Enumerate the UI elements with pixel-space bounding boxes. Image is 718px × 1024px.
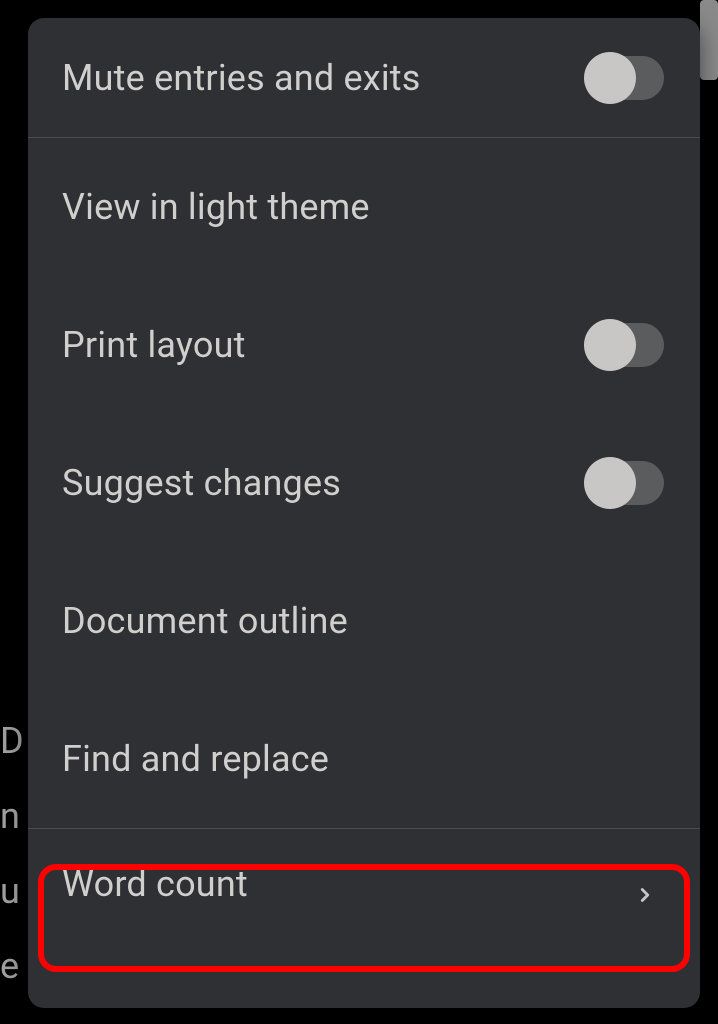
menu-item-document-outline[interactable]: Document outline: [28, 552, 700, 690]
menu-item-word-count[interactable]: Word count: [28, 828, 700, 938]
toggle-mute-entries-exits[interactable]: [586, 56, 664, 100]
scrollbar[interactable]: [700, 0, 718, 80]
menu-item-mute-entries-exits[interactable]: Mute entries and exits: [28, 18, 700, 138]
menu-item-label: Suggest changes: [62, 462, 586, 504]
menu-item-suggest-changes[interactable]: Suggest changes: [28, 414, 700, 552]
menu-item-label: Find and replace: [62, 738, 664, 780]
options-menu-panel: Mute entries and exits View in light the…: [28, 18, 700, 1008]
menu-item-label: Print layout: [62, 324, 586, 366]
backdrop-fragment: e: [0, 945, 20, 987]
chevron-right-icon: [634, 873, 656, 895]
menu-item-view-light-theme[interactable]: View in light theme: [28, 138, 700, 276]
toggle-thumb: [584, 457, 636, 509]
toggle-thumb: [584, 52, 636, 104]
toggle-print-layout[interactable]: [586, 323, 664, 367]
backdrop-fragment: u: [0, 870, 20, 912]
toggle-suggest-changes[interactable]: [586, 461, 664, 505]
menu-item-label: Mute entries and exits: [62, 57, 586, 99]
backdrop-fragment: D: [0, 720, 24, 762]
menu-item-label: Word count: [62, 863, 634, 905]
menu-item-label: Document outline: [62, 600, 664, 642]
menu-item-label: View in light theme: [62, 186, 664, 228]
toggle-thumb: [584, 319, 636, 371]
menu-item-find-replace[interactable]: Find and replace: [28, 690, 700, 828]
backdrop-fragment: n: [0, 795, 20, 837]
menu-item-print-layout[interactable]: Print layout: [28, 276, 700, 414]
